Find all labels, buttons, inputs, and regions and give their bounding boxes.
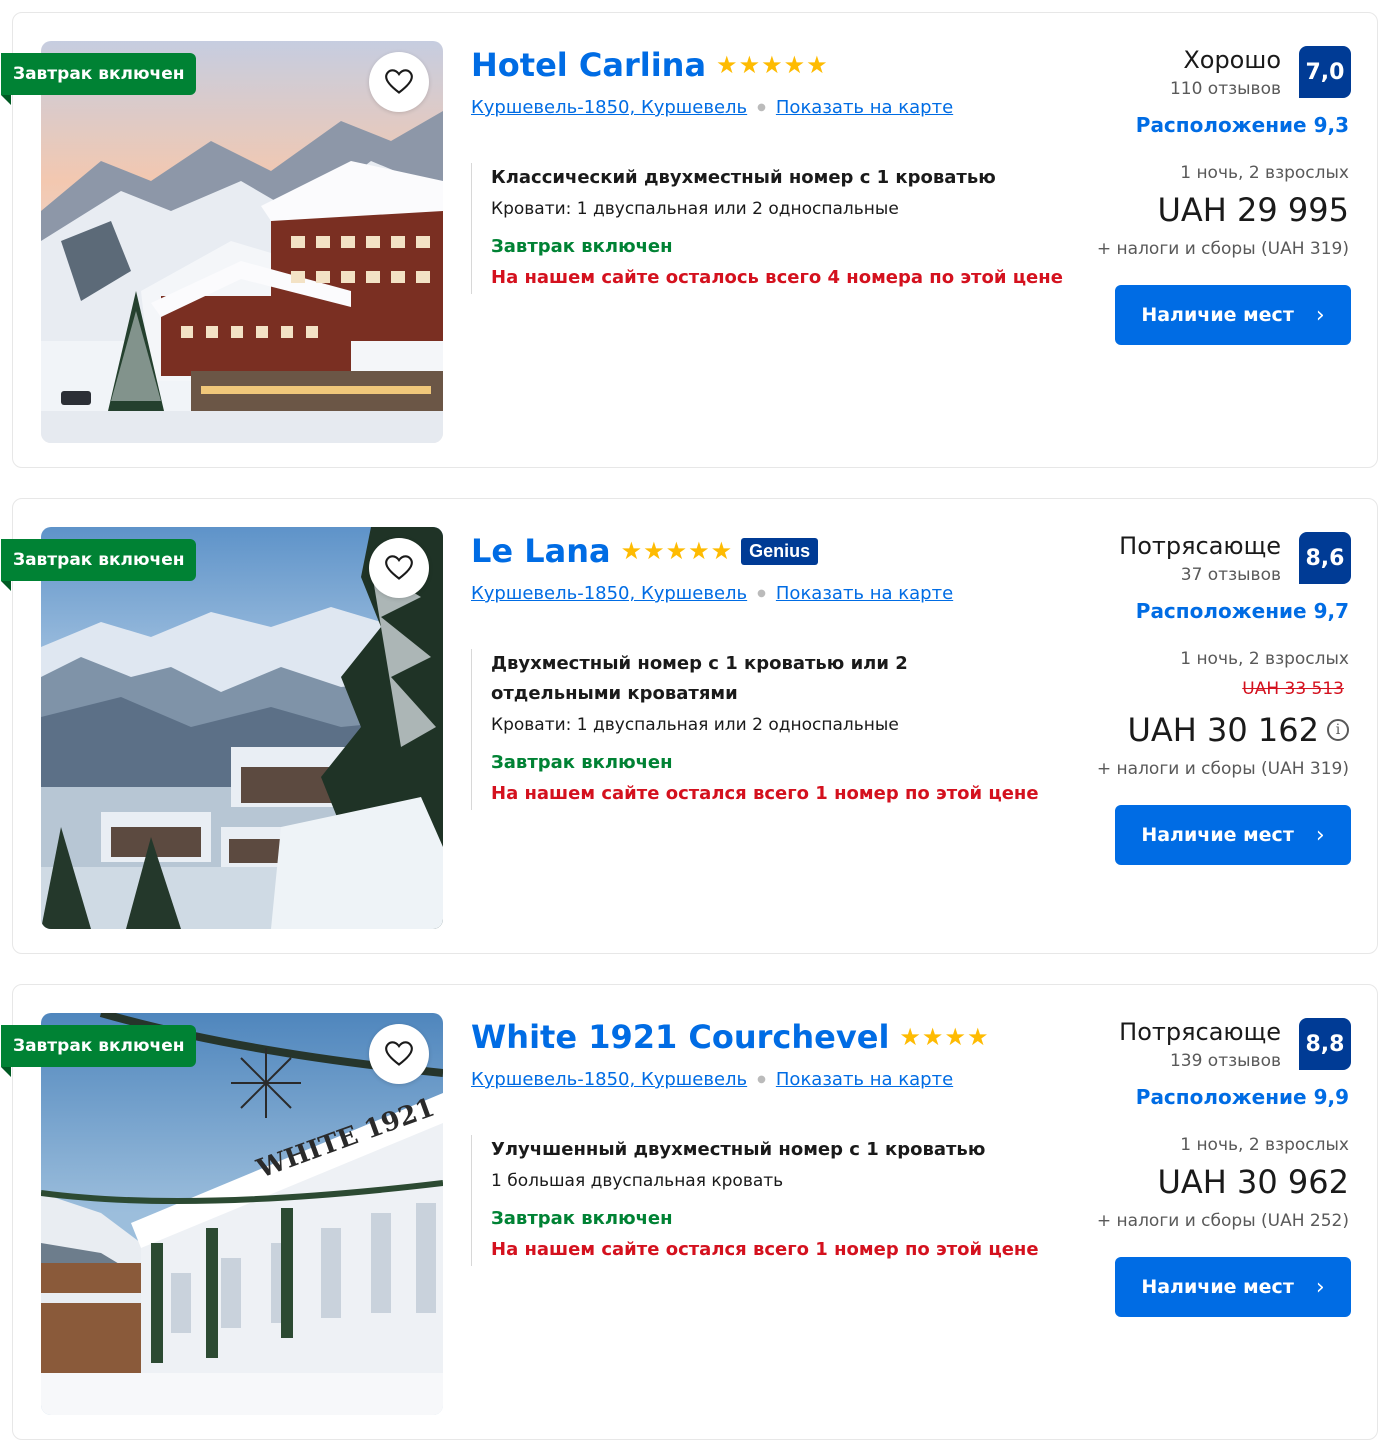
- review-score[interactable]: 8,6: [1299, 532, 1351, 584]
- availability-button[interactable]: Наличие мест ›: [1115, 805, 1351, 865]
- review-verdict: Хорошо: [1183, 46, 1281, 74]
- hotel-card: WHITE 1921 Завтрак включен White 1921 Co…: [1, 984, 1378, 1440]
- stay-length: 1 ночь, 2 взрослых: [1180, 649, 1349, 669]
- availability-button[interactable]: Наличие мест ›: [1115, 285, 1351, 345]
- rooms-left-alert: На нашем сайте осталось всего 4 номера п…: [491, 267, 1063, 288]
- room-info: Улучшенный двухместный номер с 1 кровать…: [471, 1135, 1071, 1266]
- availability-button-label: Наличие мест: [1141, 304, 1294, 326]
- old-price: UAH 33 513: [1242, 679, 1344, 699]
- separator-dot: ●: [757, 102, 766, 113]
- review-count: 37 отзывов: [1180, 565, 1281, 585]
- review-verdict: Потрясающе: [1119, 1018, 1281, 1046]
- chevron-right-icon: ›: [1315, 302, 1325, 328]
- rooms-left-alert: На нашем сайте остался всего 1 номер по …: [491, 783, 1039, 804]
- review-count: 139 отзывов: [1169, 1051, 1281, 1071]
- hotel-card: Завтрак включен Le Lana ★★★★★ Genius Кур…: [1, 498, 1378, 954]
- review-score[interactable]: 7,0: [1299, 46, 1351, 98]
- price: UAH 30 162 i: [1127, 711, 1349, 749]
- room-beds: Кровати: 1 двуспальная или 2 односпальны…: [491, 715, 899, 735]
- hotel-name-link[interactable]: Hotel Carlina: [471, 46, 706, 84]
- taxes-and-fees: + налоги и сборы (UAH 252): [1096, 1211, 1349, 1231]
- review-score[interactable]: 8,8: [1299, 1018, 1351, 1070]
- heart-icon: [385, 555, 413, 580]
- show-on-map-link[interactable]: Показать на карте: [776, 583, 953, 604]
- location-link[interactable]: Куршевель-1850, Куршевель: [471, 97, 747, 118]
- hotel-card: Завтрак включен Hotel Carlina ★★★★★ Курш…: [1, 12, 1378, 468]
- star-rating: ★★★★★: [716, 51, 829, 79]
- star-rating: ★★★★: [899, 1023, 990, 1051]
- room-name: Двухместный номер с 1 кроватью или 2 отд…: [491, 653, 908, 704]
- review-verdict: Потрясающе: [1119, 532, 1281, 560]
- room-beds: 1 большая двуспальная кровать: [491, 1171, 784, 1191]
- breakfast-ribbon: Завтрак включен: [1, 1025, 197, 1077]
- price-value: UAH 29 995: [1157, 191, 1349, 229]
- location-link[interactable]: Куршевель-1850, Куршевель: [471, 1069, 747, 1090]
- heart-icon: [385, 1041, 413, 1066]
- rooms-left-alert: На нашем сайте остался всего 1 номер по …: [491, 1239, 1039, 1260]
- availability-button-label: Наличие мест: [1141, 824, 1294, 846]
- location-link[interactable]: Куршевель-1850, Куршевель: [471, 583, 747, 604]
- taxes-and-fees: + налоги и сборы (UAH 319): [1096, 239, 1349, 259]
- chevron-right-icon: ›: [1315, 1274, 1325, 1300]
- breakfast-included: Завтрак включен: [491, 752, 673, 773]
- price: UAH 30 962: [1157, 1163, 1349, 1201]
- genius-badge: Genius: [741, 537, 819, 565]
- price: UAH 29 995: [1157, 191, 1349, 229]
- breakfast-included: Завтрак включен: [491, 1208, 673, 1229]
- info-icon[interactable]: i: [1327, 719, 1349, 741]
- favorite-button[interactable]: [369, 1024, 429, 1084]
- breakfast-ribbon: Завтрак включен: [1, 53, 197, 105]
- availability-button[interactable]: Наличие мест ›: [1115, 1257, 1351, 1317]
- location-score: Расположение 9,3: [1135, 113, 1349, 137]
- show-on-map-link[interactable]: Показать на карте: [776, 1069, 953, 1090]
- show-on-map-link[interactable]: Показать на карте: [776, 97, 953, 118]
- star-rating: ★★★★★: [620, 537, 734, 565]
- separator-dot: ●: [757, 588, 766, 599]
- hotel-name-link[interactable]: Le Lana: [471, 532, 611, 570]
- availability-button-label: Наличие мест: [1141, 1276, 1294, 1298]
- favorite-button[interactable]: [369, 538, 429, 598]
- stay-length: 1 ночь, 2 взрослых: [1180, 1135, 1349, 1155]
- taxes-and-fees: + налоги и сборы (UAH 319): [1096, 759, 1349, 779]
- stay-length: 1 ночь, 2 взрослых: [1180, 163, 1349, 183]
- location-score: Расположение 9,9: [1135, 1085, 1349, 1109]
- price-value: UAH 30 162: [1127, 711, 1319, 749]
- room-info: Классический двухместный номер с 1 крова…: [471, 163, 1071, 294]
- chevron-right-icon: ›: [1315, 822, 1325, 848]
- review-count: 110 отзывов: [1169, 79, 1281, 99]
- location-score: Расположение 9,7: [1135, 599, 1349, 623]
- room-name: Улучшенный двухместный номер с 1 кровать…: [491, 1139, 986, 1160]
- separator-dot: ●: [757, 1074, 766, 1085]
- price-value: UAH 30 962: [1157, 1163, 1349, 1201]
- room-info: Двухместный номер с 1 кроватью или 2 отд…: [471, 649, 1071, 810]
- heart-icon: [385, 69, 413, 94]
- favorite-button[interactable]: [369, 52, 429, 112]
- hotel-name-link[interactable]: White 1921 Courchevel: [471, 1018, 889, 1056]
- breakfast-ribbon: Завтрак включен: [1, 539, 197, 591]
- breakfast-included: Завтрак включен: [491, 236, 673, 257]
- room-name: Классический двухместный номер с 1 крова…: [491, 167, 996, 188]
- room-beds: Кровати: 1 двуспальная или 2 односпальны…: [491, 199, 899, 219]
